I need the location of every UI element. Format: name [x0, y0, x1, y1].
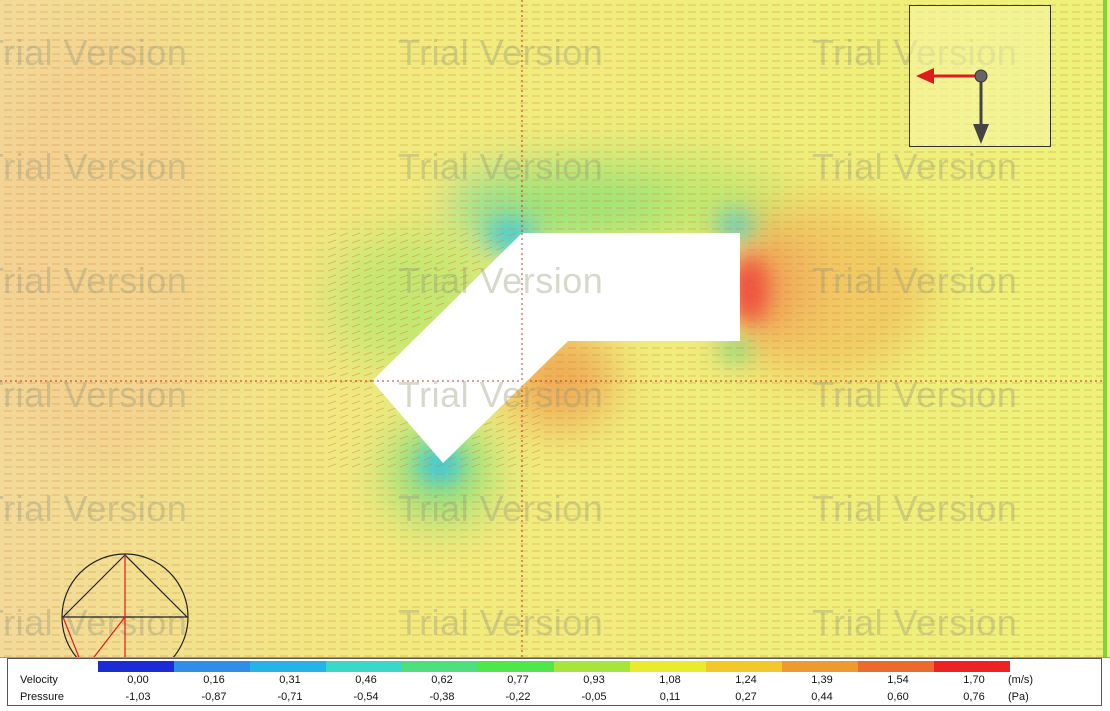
velocity-value-label: 0,93	[583, 674, 605, 686]
color-bar-segment	[326, 661, 402, 672]
velocity-value-label: 0,77	[507, 674, 529, 686]
watermark-r6c2: Trial Version	[398, 602, 604, 643]
color-bar-segment	[782, 661, 858, 672]
flow-direction-icon	[916, 68, 989, 144]
watermark-r3c2: Trial Version	[398, 260, 604, 301]
watermark-r5c3: Trial Version	[812, 488, 1018, 529]
velocity-value-label: 1,24	[735, 674, 757, 686]
velocity-value-label: 1,08	[659, 674, 681, 686]
watermark-r1c2: Trial Version	[398, 32, 604, 73]
watermark-r1c1: Trial Version	[0, 32, 188, 73]
velocity-value-label: 0,46	[355, 674, 377, 686]
velocity-value-label: 1,39	[811, 674, 833, 686]
color-bar-segment	[554, 661, 630, 672]
color-bar-segment	[174, 661, 250, 672]
watermark-r5c1: Trial Version	[0, 488, 188, 529]
velocity-unit: (m/s)	[1008, 674, 1034, 686]
pressure-value-label: -0,71	[277, 691, 303, 703]
hotspot-bottom-right-green	[719, 338, 751, 362]
right-edge-bar	[1103, 0, 1107, 657]
watermark-r2c3: Trial Version	[812, 146, 1018, 187]
velocity-value-label: 0,31	[279, 674, 301, 686]
color-bar-segment	[706, 661, 782, 672]
velocity-value-label: 1,70	[963, 674, 985, 686]
pressure-value-label: 0,11	[659, 691, 681, 703]
color-legend: Velocity Pressure (m/s) (Pa) 0,00 0,16 0,3…	[7, 658, 1102, 706]
pressure-value-label: 0,60	[887, 691, 909, 703]
color-bar-segment	[934, 661, 1010, 672]
pressure-value-label: 0,44	[811, 691, 833, 703]
watermark-r4c1: Trial Version	[0, 374, 188, 415]
color-bar-segment	[630, 661, 706, 672]
pressure-value-label: -0,22	[505, 691, 531, 703]
watermark-r6c3: Trial Version	[812, 602, 1018, 643]
watermark-r4c2: Trial Version	[398, 374, 604, 415]
velocity-legend-label: Velocity	[20, 674, 58, 686]
pressure-legend-label: Pressure	[20, 691, 65, 703]
velocity-value-label: 0,62	[431, 674, 453, 686]
velocity-value-label: 1,54	[887, 674, 909, 686]
view-orientation-icon[interactable]	[60, 552, 190, 657]
flow-field-viewport[interactable]: Trial Version Trial Version Trial Versio…	[0, 0, 1110, 657]
pressure-value-label: 0,76	[963, 691, 985, 703]
color-bar-segment	[478, 661, 554, 672]
pressure-value-label: -0,54	[353, 691, 379, 703]
watermark-r2c1: Trial Version	[0, 146, 188, 187]
pressure-value-label: -0,38	[429, 691, 455, 703]
color-bar-segment	[98, 661, 174, 672]
velocity-value-label: 0,00	[127, 674, 149, 686]
color-bar-segment	[402, 661, 478, 672]
watermark-r5c2: Trial Version	[398, 488, 604, 529]
pressure-value-label: -1,03	[125, 691, 151, 703]
color-bar-segment	[858, 661, 934, 672]
pressure-unit: (Pa)	[1008, 691, 1029, 703]
watermark-r2c2: Trial Version	[398, 146, 604, 187]
pressure-value-label: -0,87	[201, 691, 227, 703]
watermark-r3c1: Trial Version	[0, 260, 188, 301]
pressure-value-label: 0,27	[735, 691, 757, 703]
color-bar-segment	[250, 661, 326, 672]
velocity-value-label: 0,16	[203, 674, 225, 686]
watermark-r3c3: Trial Version	[812, 260, 1018, 301]
watermark-r4c3: Trial Version	[812, 374, 1018, 415]
flow-direction-panel[interactable]	[909, 5, 1051, 147]
pressure-value-label: -0,05	[581, 691, 607, 703]
